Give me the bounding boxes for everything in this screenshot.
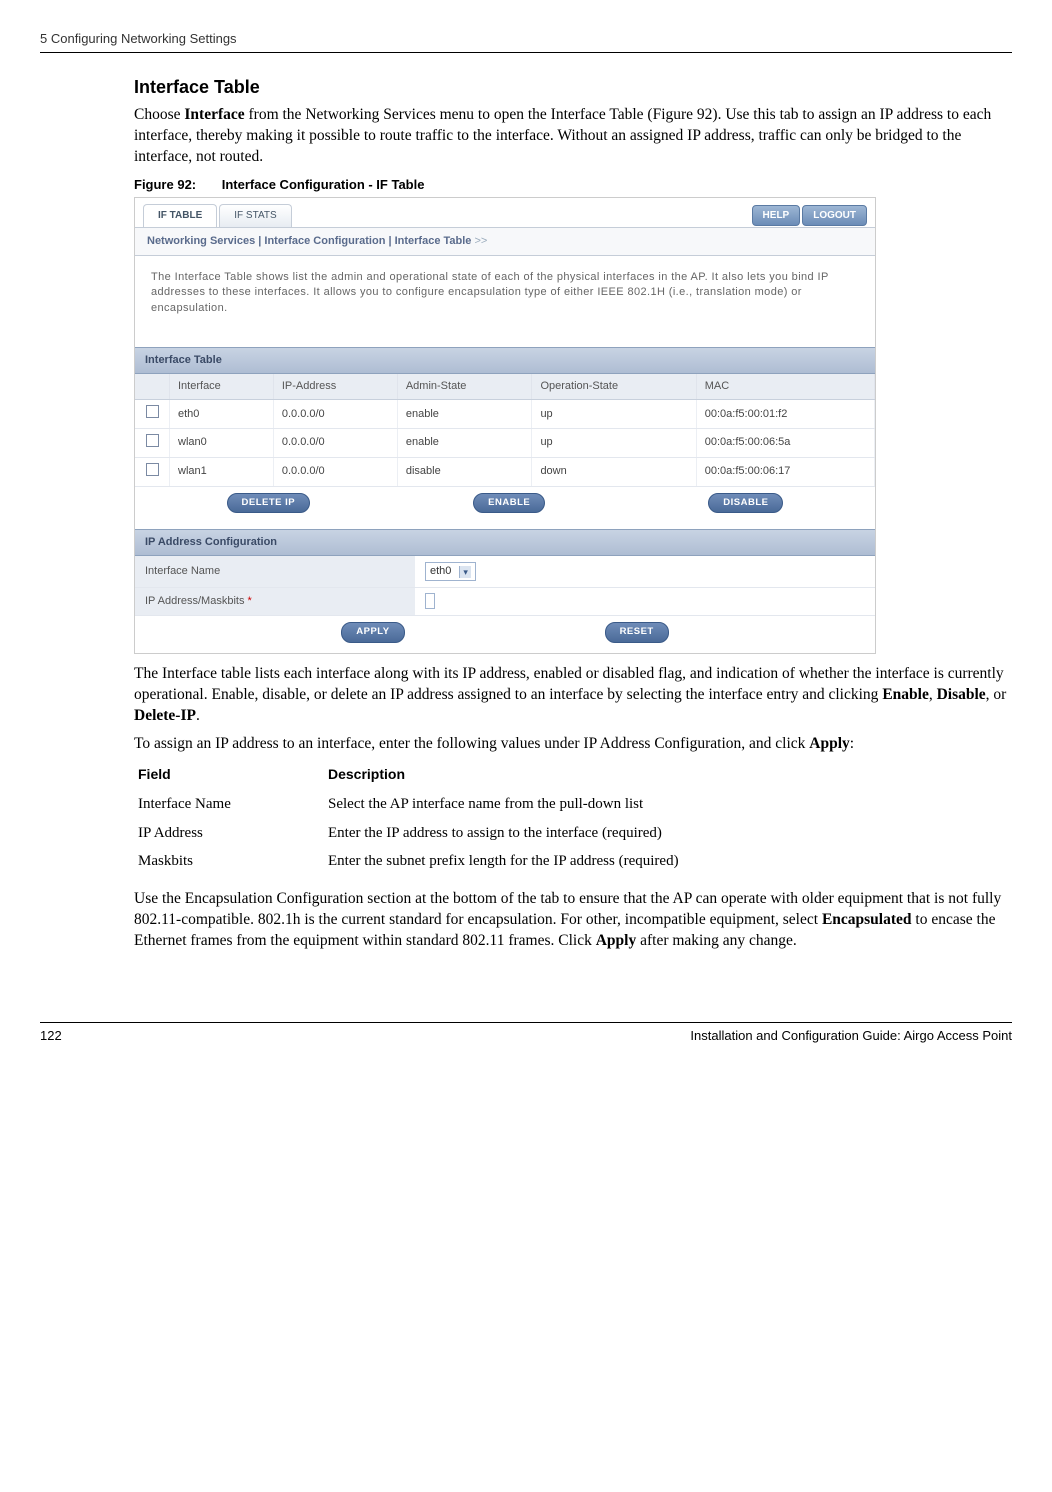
bold-apply: Apply [596, 932, 637, 949]
th-admin: Admin-State [397, 374, 532, 399]
select-value: eth0 [430, 564, 451, 579]
th-description: Description [328, 763, 719, 790]
field-name: Maskbits [138, 847, 328, 875]
th-interface: Interface [170, 374, 274, 399]
encap-paragraph: Use the Encapsulation Configuration sect… [134, 889, 1012, 952]
bold-encapsulated: Encapsulated [822, 911, 912, 928]
figure-label: Figure 92: [134, 177, 196, 192]
figure-caption: Figure 92: Interface Configuration - IF … [134, 176, 1012, 194]
figure-header-buttons: HELP LOGOUT [752, 205, 867, 227]
table-row: wlan0 0.0.0.0/0 enable up 00:0a:f5:00:06… [135, 428, 875, 457]
table-row: Interface Name Select the AP interface n… [138, 790, 719, 818]
cell-op: up [532, 400, 696, 429]
cell-op: down [532, 457, 696, 486]
table-row: eth0 0.0.0.0/0 enable up 00:0a:f5:00:01:… [135, 400, 875, 429]
field-desc: Enter the subnet prefix length for the I… [328, 847, 719, 875]
chevron-down-icon: ▾ [459, 566, 471, 578]
chapter-label: 5 Configuring Networking Settings [40, 31, 237, 46]
breadcrumb: Networking Services | Interface Configur… [135, 227, 875, 256]
th-field: Field [138, 763, 328, 790]
intro-paragraph: Choose Interface from the Networking Ser… [134, 105, 1012, 168]
apply-button[interactable]: APPLY [341, 622, 404, 643]
reset-button[interactable]: RESET [605, 622, 669, 643]
cell-ip: 0.0.0.0/0 [273, 400, 397, 429]
field-name: Interface Name [138, 790, 328, 818]
cell-ip: 0.0.0.0/0 [273, 457, 397, 486]
interface-name-select[interactable]: eth0 ▾ [425, 562, 476, 581]
th-ip: IP-Address [273, 374, 397, 399]
delete-ip-button[interactable]: DELETE IP [227, 493, 311, 514]
footer-title: Installation and Configuration Guide: Ai… [690, 1027, 1012, 1045]
after-figure-p2: To assign an IP address to an interface,… [134, 734, 1012, 755]
table-row: wlan1 0.0.0.0/0 disable down 00:0a:f5:00… [135, 457, 875, 486]
interface-table: Interface IP-Address Admin-State Operati… [135, 374, 875, 486]
label-ip-maskbits-text: IP Address/Maskbits [145, 595, 244, 607]
figure-description: The Interface Table shows list the admin… [135, 256, 875, 348]
th-mac: MAC [696, 374, 874, 399]
cell-op: up [532, 428, 696, 457]
table-row: IP Address Enter the IP address to assig… [138, 819, 719, 847]
txt: : [850, 735, 854, 752]
logout-button[interactable]: LOGOUT [802, 205, 867, 227]
enable-button[interactable]: ENABLE [473, 493, 545, 514]
txt: . [196, 707, 200, 724]
ip-config-heading: IP Address Configuration [135, 529, 875, 556]
field-desc: Enter the IP address to assign to the in… [328, 819, 719, 847]
checkbox-header [135, 374, 170, 399]
cell-mac: 00:0a:f5:00:06:17 [696, 457, 874, 486]
txt: The Interface table lists each interface… [134, 665, 1004, 703]
page-number: 122 [40, 1027, 62, 1045]
cell-iface: wlan1 [170, 457, 274, 486]
figure-image: IF TABLE IF STATS HELP LOGOUT Networking… [134, 197, 876, 654]
bold-disable: Disable [937, 686, 986, 703]
field-desc: Select the AP interface name from the pu… [328, 790, 719, 818]
label-interface-name: Interface Name [135, 556, 415, 587]
cell-ip: 0.0.0.0/0 [273, 428, 397, 457]
th-op: Operation-State [532, 374, 696, 399]
after-figure-p1: The Interface table lists each interface… [134, 664, 1012, 727]
intro-text-pre: Choose [134, 106, 184, 123]
txt: after making any change. [636, 932, 797, 949]
bold-apply: Apply [809, 735, 850, 752]
page-header: 5 Configuring Networking Settings [40, 30, 1012, 53]
cell-admin: disable [397, 457, 532, 486]
ip-maskbits-input[interactable] [425, 593, 435, 609]
ip-config-actions: APPLY RESET [135, 616, 875, 653]
table-row: Maskbits Enter the subnet prefix length … [138, 847, 719, 875]
txt: , or [986, 686, 1007, 703]
bold-enable: Enable [882, 686, 929, 703]
txt: , [929, 686, 937, 703]
help-button[interactable]: HELP [752, 205, 801, 227]
cell-iface: wlan0 [170, 428, 274, 457]
row-checkbox[interactable] [146, 405, 159, 418]
figure-title: Interface Configuration - IF Table [222, 177, 425, 192]
breadcrumb-text: Networking Services | Interface Configur… [147, 235, 471, 247]
ip-config-form: Interface Name eth0 ▾ IP Address/Maskbit… [135, 556, 875, 616]
tab-if-table[interactable]: IF TABLE [143, 204, 217, 227]
bold-delete-ip: Delete-IP [134, 707, 196, 724]
txt: To assign an IP address to an interface,… [134, 735, 809, 752]
field-name: IP Address [138, 819, 328, 847]
cell-admin: enable [397, 400, 532, 429]
field-description-table: Field Description Interface Name Select … [138, 763, 719, 875]
tab-if-stats[interactable]: IF STATS [219, 204, 291, 227]
row-checkbox[interactable] [146, 463, 159, 476]
page-footer: 122 Installation and Configuration Guide… [40, 1022, 1012, 1045]
cell-mac: 00:0a:f5:00:06:5a [696, 428, 874, 457]
figure-tab-bar: IF TABLE IF STATS HELP LOGOUT [135, 198, 875, 227]
cell-admin: enable [397, 428, 532, 457]
breadcrumb-arrow: >> [471, 235, 487, 247]
disable-button[interactable]: DISABLE [708, 493, 783, 514]
intro-text-post: from the Networking Services menu to ope… [134, 106, 991, 165]
intro-bold-interface: Interface [184, 106, 244, 123]
cell-mac: 00:0a:f5:00:01:f2 [696, 400, 874, 429]
required-marker: * [244, 595, 251, 607]
table-action-row: DELETE IP ENABLE DISABLE [135, 487, 875, 530]
label-ip-maskbits: IP Address/Maskbits * [135, 588, 415, 616]
cell-iface: eth0 [170, 400, 274, 429]
row-checkbox[interactable] [146, 434, 159, 447]
section-title: Interface Table [134, 75, 1012, 99]
interface-table-heading: Interface Table [135, 347, 875, 374]
